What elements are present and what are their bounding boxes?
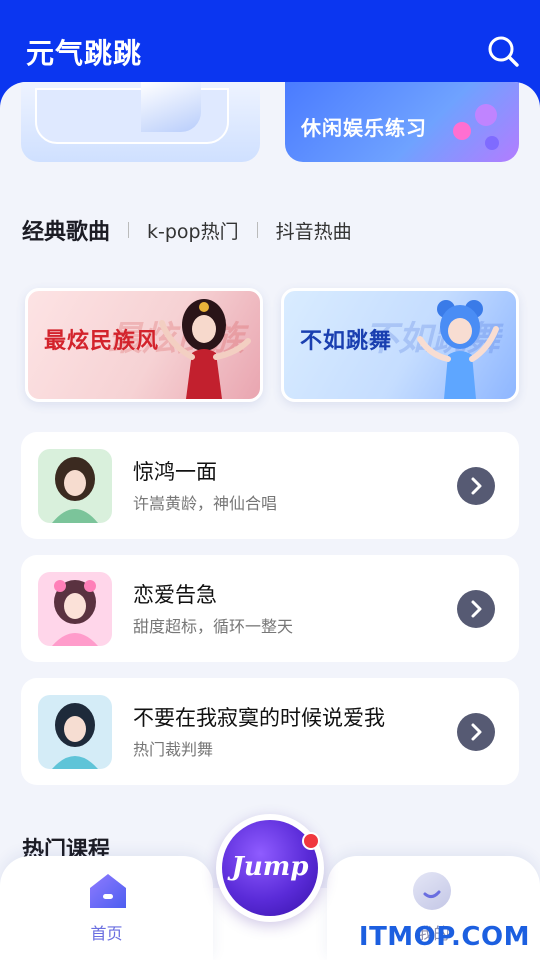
banner-decoration xyxy=(475,104,497,126)
notification-badge xyxy=(302,832,320,850)
song-item[interactable]: 惊鸿一面 许嵩黄龄，神仙合唱 xyxy=(21,432,519,539)
nav-home-label: 首页 xyxy=(90,924,123,943)
top-banner-label: 休闲娱乐练习 xyxy=(301,116,427,140)
feature-card-ethnic[interactable]: 最炫民族 最炫民族风 xyxy=(25,288,263,402)
tab-douyin[interactable]: 抖音热曲 xyxy=(276,217,352,244)
song-cover xyxy=(38,572,112,646)
song-item[interactable]: 不要在我寂寞的时候说爱我 热门裁判舞 xyxy=(21,678,519,785)
site-watermark: ITMOP.COM xyxy=(358,922,530,952)
song-item[interactable]: 恋爱告急 甜度超标，循环一整天 xyxy=(21,555,519,662)
search-icon[interactable] xyxy=(486,34,520,68)
song-title: 惊鸿一面 xyxy=(133,460,217,484)
song-subtitle: 许嵩黄龄，神仙合唱 xyxy=(133,494,278,513)
song-subtitle: 甜度超标，循环一整天 xyxy=(133,617,294,636)
dancer-illustration xyxy=(159,299,251,399)
song-title: 恋爱告急 xyxy=(133,583,217,607)
song-cover xyxy=(38,449,112,523)
chevron-right-icon[interactable] xyxy=(457,713,495,751)
dancer-illustration xyxy=(417,300,499,399)
top-banner-left[interactable] xyxy=(21,82,260,162)
banner-illustration-shape xyxy=(141,82,201,132)
nav-item-home[interactable]: 首页 xyxy=(0,856,213,960)
tab-kpop[interactable]: k-pop热门 xyxy=(147,217,239,244)
feature-title: 最炫民族风 xyxy=(44,329,160,354)
tab-divider xyxy=(128,222,130,238)
profile-icon xyxy=(413,872,451,910)
banner-decoration xyxy=(485,136,499,150)
category-tabs: 经典歌曲 k-pop热门 抖音热曲 xyxy=(22,210,352,250)
song-cover xyxy=(38,695,112,769)
chevron-right-icon[interactable] xyxy=(457,467,495,505)
song-title: 不要在我寂寞的时候说爱我 xyxy=(133,706,385,730)
home-icon xyxy=(90,874,126,908)
app-title: 元气跳跳 xyxy=(26,37,143,70)
jump-center-button[interactable]: Jump xyxy=(216,814,324,922)
banner-decoration xyxy=(453,122,471,140)
chevron-right-icon[interactable] xyxy=(457,590,495,628)
tab-divider xyxy=(256,222,258,238)
song-subtitle: 热门裁判舞 xyxy=(133,740,214,759)
feature-card-dance[interactable]: 不如跳舞 不如跳舞 xyxy=(281,288,519,402)
feature-title: 不如跳舞 xyxy=(300,329,393,354)
tab-classic-songs[interactable]: 经典歌曲 xyxy=(22,214,110,246)
jump-logo-text: Jump xyxy=(231,852,309,882)
top-banner-right[interactable]: 休闲娱乐练习 xyxy=(285,82,519,162)
